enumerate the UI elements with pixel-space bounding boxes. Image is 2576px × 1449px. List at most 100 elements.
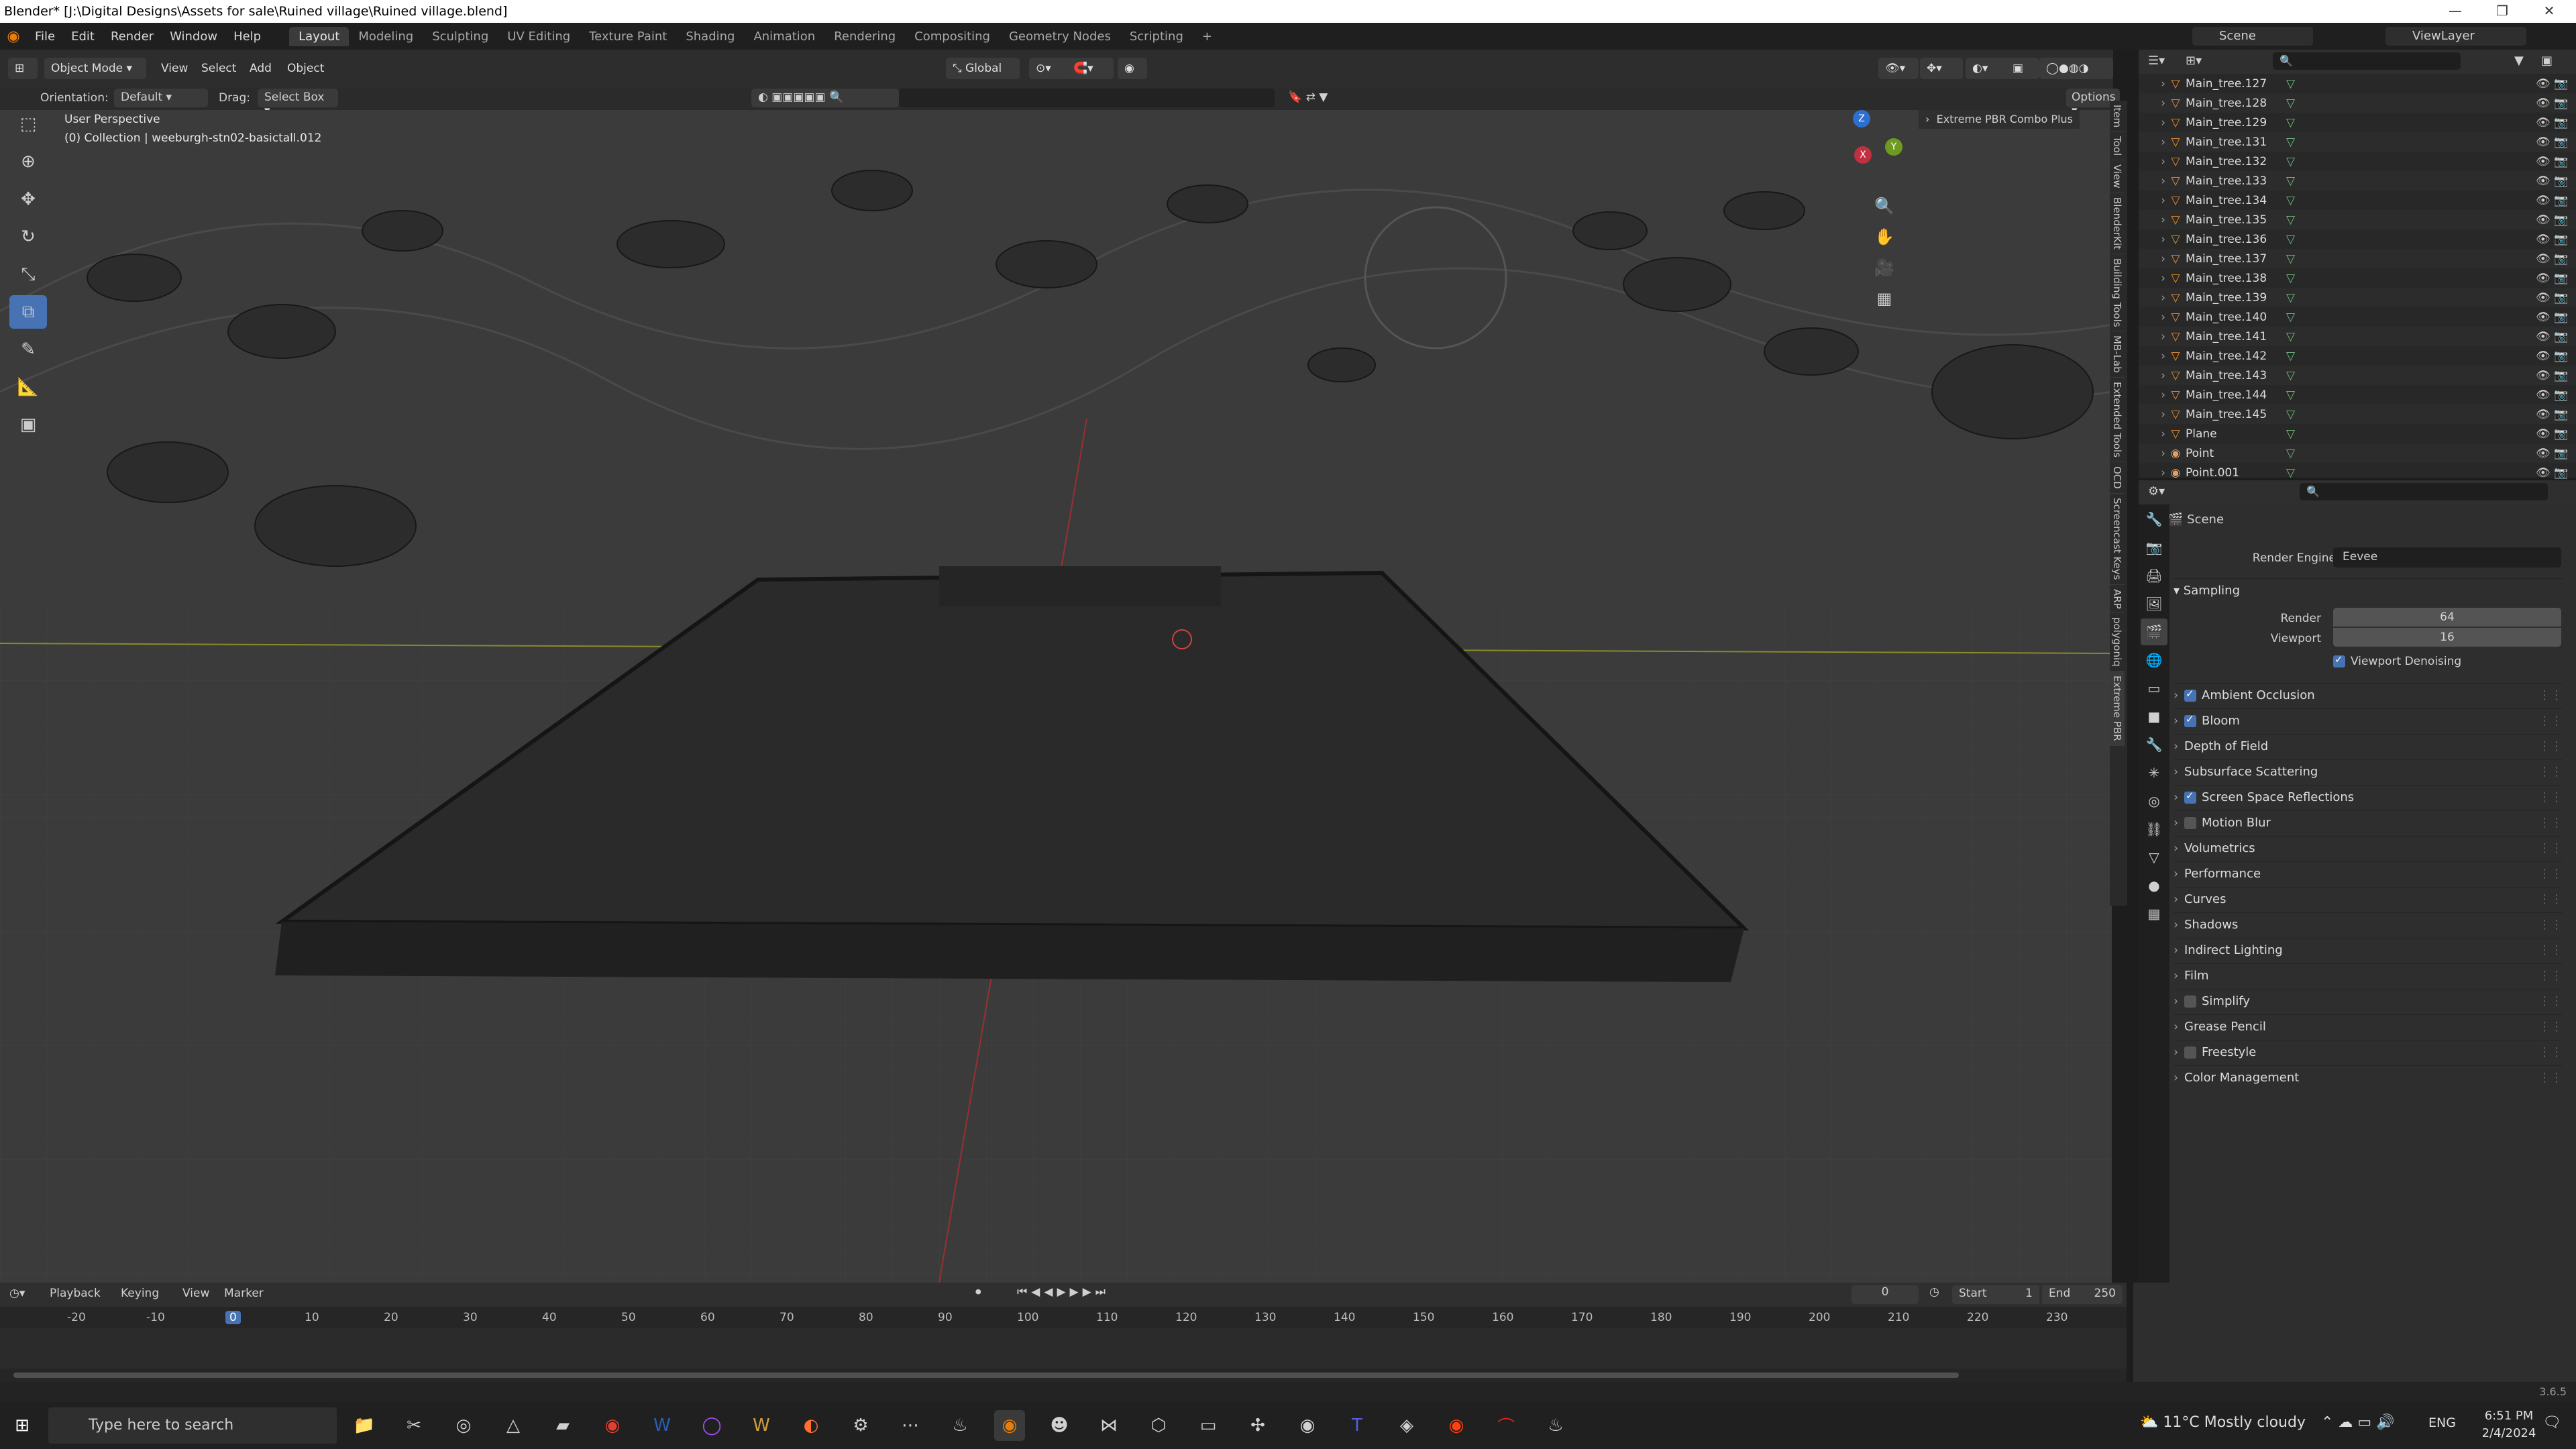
visibility-icon[interactable]: 👁▾ (1878, 58, 1919, 79)
system-tray-icons[interactable]: ⌃ ☁ ▭ 🔊 (2321, 1414, 2395, 1431)
app-icon[interactable]: ◈ (1391, 1410, 1422, 1441)
modifier-tab-icon[interactable]: 🔧 (2141, 731, 2167, 758)
outliner-row[interactable]: › ▽ Main_tree.128 ▽ 👁 📷 (2139, 93, 2576, 113)
panel-freestyle[interactable]: › Freestyle ⋮⋮ (2174, 1040, 2563, 1064)
outliner-row[interactable]: › ▽ Main_tree.145 ▽ 👁 📷 (2139, 405, 2576, 424)
world-tab-icon[interactable]: 🌐 (2141, 647, 2167, 674)
workspace-tab-sculpting[interactable]: Sculpting (423, 27, 498, 46)
close-icon[interactable]: ✕ (2529, 0, 2569, 23)
app-icon[interactable]: ☻ (1044, 1410, 1075, 1441)
menu-file[interactable]: File (27, 30, 63, 44)
rotate-icon[interactable]: ↻ (9, 220, 47, 254)
constraints-tab-icon[interactable]: ⛓ (2141, 816, 2167, 843)
app-icon[interactable]: ◎ (448, 1410, 479, 1441)
add-cube-icon[interactable]: ▣ (9, 408, 47, 441)
side-tab-item[interactable]: Item (2110, 101, 2125, 133)
workspace-tab-modeling[interactable]: Modeling (349, 27, 423, 46)
panel-screen-space-reflections[interactable]: › Screen Space Reflections ⋮⋮ (2174, 785, 2563, 809)
side-tab-building-tools[interactable]: Building Tools (2110, 254, 2125, 332)
drag-handle-icon[interactable]: ⋮⋮ (2538, 1020, 2563, 1034)
app-icon[interactable]: ⌒ (1491, 1410, 1521, 1441)
drag-handle-icon[interactable]: ⋮⋮ (2538, 765, 2563, 779)
drag-handle-icon[interactable]: ⋮⋮ (2538, 892, 2563, 906)
side-tab-arp[interactable]: ARP (2110, 585, 2125, 614)
drag-handle-icon[interactable]: ⋮⋮ (2538, 994, 2563, 1008)
app-icon[interactable]: ◯ (696, 1410, 727, 1441)
weather-widget[interactable]: ⛅ 11°C Mostly cloudy (2140, 1414, 2306, 1431)
particles-tab-icon[interactable]: ✳ (2141, 759, 2167, 786)
drag-handle-icon[interactable]: ⋮⋮ (2538, 1045, 2563, 1059)
outliner-row[interactable]: › ▽ Main_tree.142 ▽ 👁 📷 (2139, 346, 2576, 366)
panel-enable-checkbox[interactable] (2184, 688, 2196, 702)
panel-color-management[interactable]: › Color Management ⋮⋮ (2174, 1065, 2563, 1089)
orientation-dropdown[interactable]: Default ▾ (114, 89, 208, 107)
collection-tab-icon[interactable]: ▭ (2141, 675, 2167, 702)
panel-subsurface-scattering[interactable]: › Subsurface Scattering ⋮⋮ (2174, 759, 2563, 784)
vp-menu-object[interactable]: Object (280, 58, 331, 79)
viewport-denoising-checkbox[interactable] (2333, 653, 2345, 667)
shading-mode-icons[interactable]: ◯●◍◑ (2039, 58, 2113, 79)
app-icon[interactable]: △ (498, 1410, 529, 1441)
visibility-toggle-icon[interactable]: 👁 📷 (2536, 252, 2576, 266)
workspace-tab-uv-editing[interactable]: UV Editing (498, 27, 580, 46)
clock[interactable]: 6:51 PM 2/4/2024 (2475, 1407, 2542, 1442)
expand-icon[interactable]: › (2139, 311, 2165, 324)
app-icon[interactable]: ⬡ (1143, 1410, 1174, 1441)
expand-icon[interactable]: › (2139, 388, 2165, 402)
side-tab-tool[interactable]: Tool (2110, 132, 2125, 161)
panel-indirect-lighting[interactable]: › Indirect Lighting ⋮⋮ (2174, 938, 2563, 962)
panel-volumetrics[interactable]: › Volumetrics ⋮⋮ (2174, 836, 2563, 860)
outliner-row[interactable]: › ▽ Main_tree.138 ▽ 👁 📷 (2139, 268, 2576, 288)
gizmo-toggle-icon[interactable]: ✥▾ (1920, 58, 1963, 79)
drag-handle-icon[interactable]: ⋮⋮ (2538, 739, 2563, 753)
visibility-toggle-icon[interactable]: 👁 📷 (2536, 136, 2576, 149)
drag-handle-icon[interactable]: ⋮⋮ (2538, 714, 2563, 728)
outliner-row[interactable]: › ▽ Main_tree.136 ▽ 👁 📷 (2139, 229, 2576, 249)
drag-handle-icon[interactable]: ⋮⋮ (2538, 918, 2563, 932)
outliner-display-mode-icon[interactable]: ⊞▾ (2186, 54, 2202, 68)
current-frame-field[interactable]: 0 (1851, 1285, 1919, 1304)
outliner-row[interactable]: › ▽ Main_tree.143 ▽ 👁 📷 (2139, 366, 2576, 385)
app-icon[interactable]: ♨ (1540, 1410, 1571, 1441)
selectability-icons[interactable]: ◐ ▣▣▣▣▣ 🔍 (751, 89, 899, 107)
panel-grease-pencil[interactable]: › Grease Pencil ⋮⋮ (2174, 1014, 2563, 1038)
app-icon[interactable]: ◉ (1441, 1410, 1472, 1441)
visibility-toggle-icon[interactable]: 👁 📷 (2536, 213, 2576, 227)
preview-range-icon[interactable]: ◷ (1929, 1285, 1939, 1299)
outliner-row[interactable]: › ▽ Main_tree.135 ▽ 👁 📷 (2139, 210, 2576, 229)
blender-logo-icon[interactable]: ◉ (0, 28, 27, 45)
panel-depth-of-field[interactable]: › Depth of Field ⋮⋮ (2174, 734, 2563, 758)
word-icon[interactable]: W (647, 1410, 678, 1441)
vp-menu-add[interactable]: Add (243, 58, 278, 79)
zoom-icon[interactable]: 🔍 (1869, 191, 1900, 221)
outliner-row[interactable]: › ▽ Main_tree.139 ▽ 👁 📷 (2139, 288, 2576, 307)
expand-icon[interactable]: › (2139, 97, 2165, 110)
panel-sampling[interactable]: ▾ Sampling (2174, 578, 2563, 602)
drag-handle-icon[interactable]: ⋮⋮ (2538, 969, 2563, 983)
playhead-frame[interactable]: 0 (225, 1311, 241, 1324)
drag-handle-icon[interactable]: ⋮⋮ (2538, 790, 2563, 804)
object-tab-icon[interactable]: ■ (2141, 703, 2167, 730)
properties-search-input[interactable]: 🔍 (2300, 483, 2548, 500)
panel-shadows[interactable]: › Shadows ⋮⋮ (2174, 912, 2563, 936)
pivot-icon[interactable]: ⊙▾ (1029, 58, 1069, 79)
camera-icon[interactable]: 🎥 (1869, 252, 1900, 283)
drag-handle-icon[interactable]: ⋮⋮ (2538, 816, 2563, 830)
render-tab-icon[interactable]: 📷 (2141, 534, 2167, 561)
expand-icon[interactable]: › (2139, 272, 2165, 285)
panel-film[interactable]: › Film ⋮⋮ (2174, 963, 2563, 987)
visibility-toggle-icon[interactable]: 👁 📷 (2536, 77, 2576, 91)
cursor-icon[interactable]: ⊕ (9, 145, 47, 178)
snap-icon[interactable]: 🧲▾ (1067, 58, 1114, 79)
playback-controls[interactable]: ⏮◀◀▶▶▶⏭ (1017, 1285, 1110, 1299)
visibility-toggle-icon[interactable]: 👁 📷 (2536, 194, 2576, 207)
xray-toggle-icon[interactable]: ▣ (2006, 58, 2039, 79)
chrome-icon[interactable]: ◉ (597, 1410, 628, 1441)
workspace-tab-compositing[interactable]: Compositing (905, 27, 1000, 46)
proportional-edit-icon[interactable]: ◉ (1118, 58, 1147, 79)
outliner-row[interactable]: › ▽ Main_tree.137 ▽ 👁 📷 (2139, 249, 2576, 268)
scene-selector[interactable]: Scene (2192, 27, 2313, 46)
panel-enable-checkbox[interactable] (2184, 1046, 2196, 1059)
file-explorer-icon[interactable]: 📁 (349, 1410, 380, 1441)
visibility-toggle-icon[interactable]: 👁 📷 (2536, 427, 2576, 441)
